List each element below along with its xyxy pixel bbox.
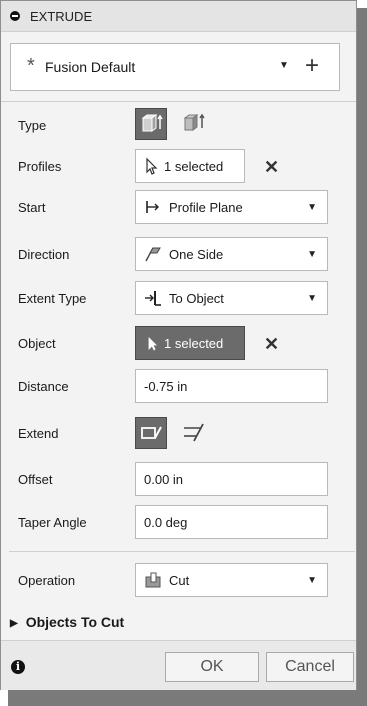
direction-label: Direction (18, 247, 70, 262)
divider (1, 101, 356, 102)
section-title: Objects To Cut (25, 614, 125, 630)
chevron-down-icon: ▼ (307, 202, 317, 213)
extend-to-adjacent-button[interactable] (135, 417, 167, 449)
direction-value: One Side (169, 247, 224, 262)
start-dropdown[interactable]: Profile Plane ▼ (135, 190, 328, 224)
taper-angle-label: Taper Angle (18, 515, 87, 530)
star-icon: * (27, 55, 35, 77)
dialog-title: EXTRUDE (30, 8, 93, 24)
chevron-down-icon: ▼ (307, 293, 317, 304)
dialog-shadow (8, 690, 367, 706)
distance-value: -0.75 in (144, 379, 188, 394)
info-icon[interactable]: i (11, 660, 25, 674)
object-label: Object (18, 336, 56, 351)
object-value: 1 selected (164, 336, 224, 351)
offset-label: Offset (18, 472, 53, 487)
chevron-down-icon: ▼ (307, 249, 317, 260)
collapse-icon[interactable] (10, 11, 20, 21)
solid-extrude-icon (141, 114, 163, 132)
chevron-down-icon: ▼ (307, 575, 317, 586)
dialog-shadow (357, 8, 367, 700)
extent-type-label: Extent Type (18, 291, 87, 306)
profiles-label: Profiles (18, 159, 62, 174)
offset-value: 0.00 in (144, 472, 184, 487)
extend-minimum-icon (184, 423, 204, 442)
operation-label: Operation (18, 573, 76, 588)
distance-label: Distance (18, 379, 69, 394)
clear-profiles-button[interactable]: ✕ (264, 158, 279, 176)
ok-button[interactable]: OK (165, 652, 259, 682)
operation-value: Cut (169, 573, 190, 588)
distance-input[interactable]: -0.75 in (135, 369, 328, 403)
extend-minimum-button[interactable] (179, 417, 211, 449)
extent-type-dropdown[interactable]: To Object ▼ (135, 281, 328, 315)
thin-extrude-icon (183, 113, 205, 131)
profiles-value: 1 selected (164, 159, 224, 174)
one-side-icon (145, 247, 161, 262)
start-label: Start (18, 200, 46, 215)
preset-selector[interactable]: * Fusion Default ▼ + (10, 43, 340, 91)
cursor-icon (148, 337, 157, 351)
profiles-selection[interactable]: 1 selected (135, 149, 245, 183)
chevron-down-icon[interactable]: ▼ (279, 60, 289, 71)
operation-dropdown[interactable]: Cut ▼ (135, 563, 328, 597)
clear-object-button[interactable]: ✕ (264, 335, 279, 353)
objects-to-cut-section[interactable]: ▶ Objects To Cut (10, 614, 124, 630)
divider (9, 551, 355, 552)
offset-input[interactable]: 0.00 in (135, 462, 328, 496)
preset-name: Fusion Default (45, 59, 136, 75)
type-thin-button[interactable] (179, 108, 211, 140)
extrude-dialog: EXTRUDE * Fusion Default ▼ + Type Profil… (0, 0, 357, 690)
cancel-button[interactable]: Cancel (266, 652, 354, 682)
cursor-icon (146, 157, 158, 175)
to-object-icon (145, 291, 161, 306)
profile-plane-icon (146, 201, 159, 213)
add-preset-button[interactable]: + (305, 53, 319, 79)
object-selection[interactable]: 1 selected (135, 326, 245, 360)
extent-type-value: To Object (169, 291, 224, 306)
extend-label: Extend (18, 426, 59, 441)
type-label: Type (18, 118, 47, 133)
dialog-titlebar[interactable]: EXTRUDE (1, 1, 356, 32)
direction-dropdown[interactable]: One Side ▼ (135, 237, 328, 271)
cut-icon (145, 572, 161, 588)
taper-angle-value: 0.0 deg (144, 515, 188, 530)
start-value: Profile Plane (169, 200, 243, 215)
dialog-footer: i OK Cancel (1, 640, 356, 690)
expand-triangle-icon: ▶ (10, 618, 18, 629)
extend-adjacent-icon (141, 426, 162, 439)
type-solid-button[interactable] (135, 108, 167, 140)
taper-angle-input[interactable]: 0.0 deg (135, 505, 328, 539)
